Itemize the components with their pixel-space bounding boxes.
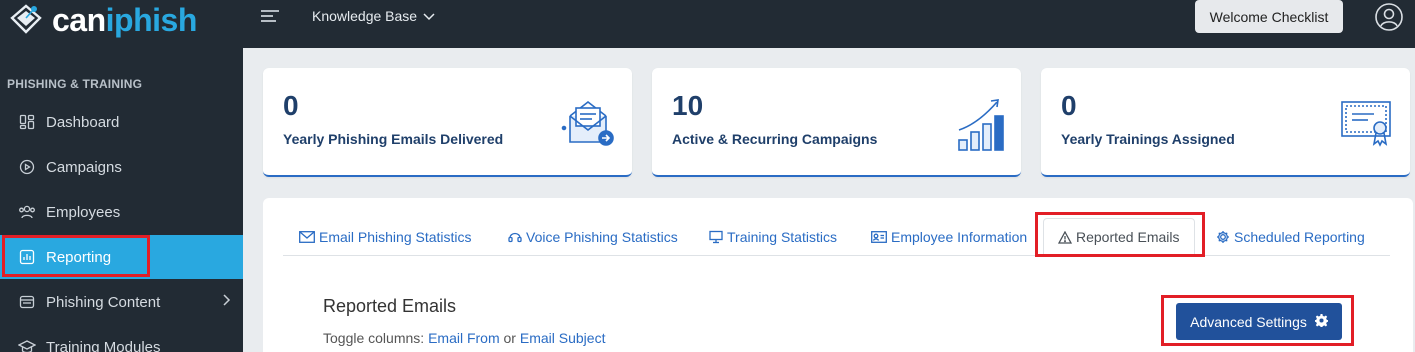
tab-label: Training Statistics (727, 229, 837, 245)
sidebar-item-label: Phishing Content (46, 293, 161, 311)
tab-label: Voice Phishing Statistics (526, 229, 678, 245)
play-circle-icon (18, 158, 36, 176)
brand-logo[interactable]: caniphish (8, 0, 197, 40)
sidebar: caniphish PHISHING & TRAINING Dashboard … (0, 0, 243, 352)
tab-scheduled-reporting[interactable]: Scheduled Reporting (1216, 218, 1365, 256)
welcome-checklist-button[interactable]: Welcome Checklist (1195, 0, 1343, 33)
sidebar-section-title: PHISHING & TRAINING (7, 77, 143, 91)
sidebar-item-label: Employees (46, 203, 121, 221)
sidebar-item-employees[interactable]: Employees (0, 190, 243, 234)
stat-value: 10 (672, 90, 704, 121)
stat-label: Active & Recurring Campaigns (672, 131, 878, 147)
stat-label: Yearly Phishing Emails Delivered (283, 131, 504, 147)
advanced-settings-label: Advanced Settings (1190, 313, 1307, 330)
tab-email-phishing-statistics[interactable]: Email Phishing Statistics (299, 218, 472, 256)
sidebar-item-label: Training Modules (46, 338, 161, 352)
sidebar-item-phishing-content[interactable]: Phishing Content (0, 280, 243, 324)
reporting-panel: Email Phishing Statistics Voice Phishing… (263, 198, 1413, 352)
chevron-down-icon (423, 8, 435, 24)
sidebar-item-label: Dashboard (46, 113, 120, 131)
chevron-right-icon (221, 293, 231, 311)
graduation-cap-icon (18, 338, 36, 352)
email-sent-illustration-icon (560, 96, 616, 153)
user-avatar-icon[interactable] (1374, 2, 1404, 37)
top-bar: Knowledge Base Welcome Checklist (243, 0, 1415, 48)
certificate-illustration-icon (1340, 96, 1394, 153)
warning-triangle-icon (1058, 230, 1072, 244)
stat-value: 0 (1061, 90, 1077, 121)
tab-label: Employee Information (891, 229, 1028, 245)
toggle-columns-text: Toggle columns: Email From or Email Subj… (323, 330, 606, 346)
monitor-icon (709, 230, 723, 244)
chart-icon (18, 248, 36, 266)
tab-employee-information[interactable]: Employee Information (871, 218, 1027, 256)
brand-name: caniphish (52, 2, 197, 38)
stat-value: 0 (283, 90, 299, 121)
users-icon (18, 203, 36, 221)
gear-icon (1216, 230, 1230, 244)
sidebar-item-dashboard[interactable]: Dashboard (0, 100, 243, 144)
sidebar-item-campaigns[interactable]: Campaigns (0, 145, 243, 189)
tab-reported-emails[interactable]: Reported Emails (1043, 218, 1195, 256)
stat-label: Yearly Trainings Assigned (1061, 131, 1235, 147)
headset-icon (508, 230, 522, 244)
advanced-settings-button[interactable]: Advanced Settings (1176, 303, 1342, 340)
sidebar-item-label: Reporting (46, 248, 112, 266)
growth-chart-illustration-icon (957, 96, 1005, 157)
gear-icon (1314, 313, 1328, 330)
tab-voice-phishing-statistics[interactable]: Voice Phishing Statistics (508, 218, 678, 256)
sidebar-item-label: Campaigns (46, 158, 122, 176)
toggle-email-subject-link[interactable]: Email Subject (520, 330, 606, 346)
id-card-icon (871, 231, 887, 243)
sidebar-item-reporting[interactable]: Reporting (0, 235, 243, 279)
knowledge-base-dropdown[interactable]: Knowledge Base (312, 8, 435, 24)
tab-label: Email Phishing Statistics (319, 229, 472, 245)
tab-label: Reported Emails (1076, 229, 1180, 245)
stat-card-emails-delivered: 0 Yearly Phishing Emails Delivered (263, 68, 632, 177)
dashboard-icon (18, 113, 36, 131)
reported-emails-heading: Reported Emails (323, 296, 457, 316)
tab-label: Scheduled Reporting (1234, 229, 1365, 245)
tab-training-statistics[interactable]: Training Statistics (709, 218, 837, 256)
envelope-icon (299, 231, 315, 243)
stat-card-active-campaigns: 10 Active & Recurring Campaigns (652, 68, 1021, 177)
knowledge-base-label: Knowledge Base (312, 8, 418, 24)
toggle-email-from-link[interactable]: Email From (428, 330, 500, 346)
menu-toggle-icon[interactable] (261, 9, 281, 28)
logo-mark-icon (8, 2, 44, 38)
folder-icon (18, 293, 36, 311)
sidebar-item-training-modules[interactable]: Training Modules (0, 325, 243, 352)
stat-card-trainings-assigned: 0 Yearly Trainings Assigned (1041, 68, 1410, 177)
reporting-tabs: Email Phishing Statistics Voice Phishing… (283, 218, 1390, 256)
